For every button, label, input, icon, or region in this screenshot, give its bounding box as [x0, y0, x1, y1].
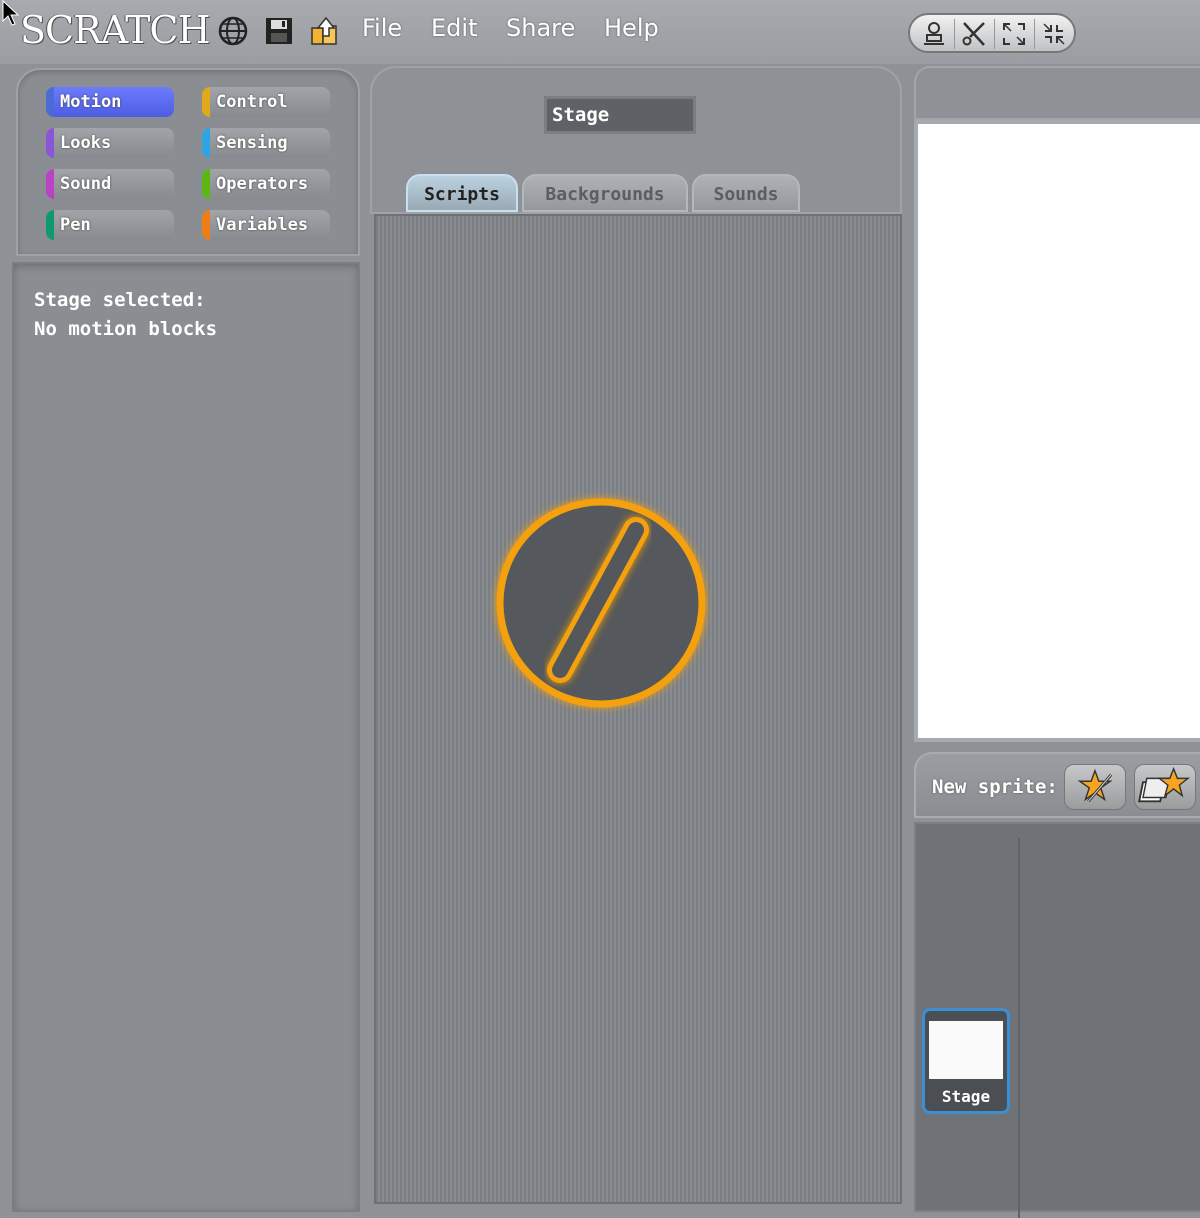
share-upload-icon[interactable]: [306, 14, 340, 48]
category-label: Variables: [216, 215, 309, 235]
stage-thumbnail[interactable]: Stage: [922, 1008, 1010, 1114]
scissors-icon[interactable]: [956, 19, 992, 49]
sprite-name-field[interactable]: Stage: [544, 96, 696, 134]
category-color-stripe: [46, 128, 54, 158]
stage-canvas[interactable]: [914, 120, 1200, 742]
stage-thumbnail-image: [929, 1021, 1003, 1079]
globe-icon[interactable]: [216, 14, 250, 48]
category-pen[interactable]: Pen: [46, 210, 174, 240]
category-label: Sound: [60, 174, 112, 194]
category-color-stripe: [202, 169, 210, 199]
menu-file[interactable]: File: [362, 14, 402, 42]
palette-message-line-2: No motion blocks: [34, 318, 218, 340]
save-icon[interactable]: [262, 14, 296, 48]
category-control[interactable]: Control: [202, 87, 330, 117]
tab-backgrounds[interactable]: Backgrounds: [522, 174, 688, 212]
category-variables[interactable]: Variables: [202, 210, 330, 240]
category-motion[interactable]: Motion: [46, 87, 174, 117]
category-label: Control: [216, 92, 288, 112]
not-allowed-icon: [496, 498, 706, 708]
block-palette[interactable]: Stage selected: No motion blocks: [12, 262, 360, 1212]
toolbar-separator: [994, 19, 995, 49]
view-mode-toolbar: [908, 13, 1076, 53]
grow-icon[interactable]: [996, 19, 1032, 49]
category-label: Pen: [60, 215, 91, 235]
sprite-list-divider: [1018, 838, 1020, 1218]
category-color-stripe: [202, 87, 210, 117]
stage-header: [914, 66, 1200, 120]
choose-sprite-file-icon[interactable]: [1134, 764, 1196, 810]
menu-edit[interactable]: Edit: [431, 14, 477, 42]
palette-message-line-1: Stage selected:: [34, 289, 206, 311]
tab-scripts[interactable]: Scripts: [406, 174, 518, 212]
scratch-logo: SCRATCH: [20, 8, 211, 52]
stage-thumbnail-label: Stage: [941, 1087, 991, 1106]
toolbar-separator: [954, 19, 955, 49]
category-color-stripe: [46, 169, 54, 199]
category-color-stripe: [202, 210, 210, 240]
menu-help[interactable]: Help: [604, 14, 659, 42]
category-sensing[interactable]: Sensing: [202, 128, 330, 158]
paint-new-sprite-icon[interactable]: [1064, 764, 1126, 810]
new-sprite-label: New sprite:: [932, 776, 1058, 798]
tab-sounds[interactable]: Sounds: [692, 174, 800, 212]
category-color-stripe: [46, 210, 54, 240]
category-color-stripe: [202, 128, 210, 158]
category-label: Looks: [60, 133, 112, 153]
toolbar-separator: [1034, 19, 1035, 49]
palette-message: Stage selected: No motion blocks: [34, 286, 217, 344]
menu-share[interactable]: Share: [506, 14, 575, 42]
category-looks[interactable]: Looks: [46, 128, 174, 158]
top-bar: SCRATCH File Edit Share Help: [0, 0, 1200, 64]
mouse-cursor-icon: [2, 0, 20, 26]
shrink-icon[interactable]: [1036, 19, 1072, 49]
category-label: Operators: [216, 174, 309, 194]
category-sound[interactable]: Sound: [46, 169, 174, 199]
category-color-stripe: [46, 87, 54, 117]
category-label: Motion: [60, 92, 122, 112]
category-label: Sensing: [216, 133, 288, 153]
category-operators[interactable]: Operators: [202, 169, 330, 199]
person-stamp-icon[interactable]: [916, 19, 952, 49]
